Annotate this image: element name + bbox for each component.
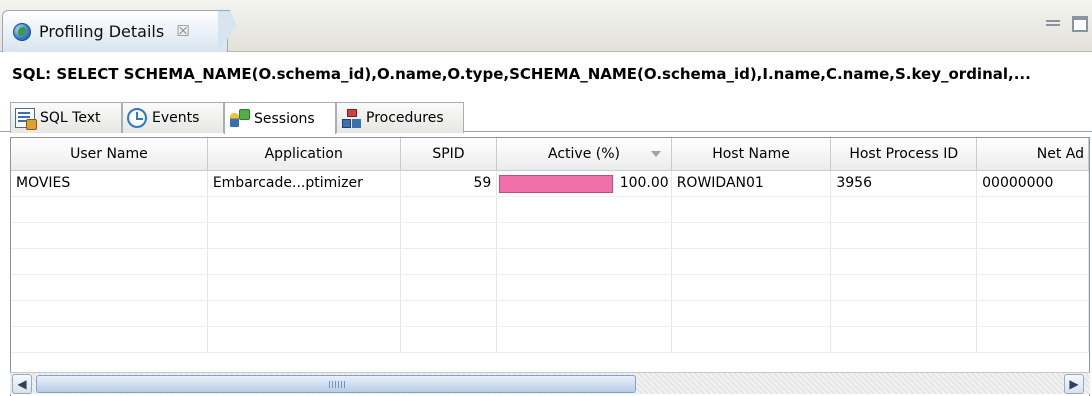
sessions-icon (229, 108, 250, 129)
table-row-empty (11, 196, 1089, 223)
empty-cell (11, 248, 208, 275)
close-icon[interactable]: ☒ (176, 24, 189, 39)
table-row-empty (11, 248, 1089, 275)
empty-cell (207, 300, 401, 327)
column-header-label: Active (%) (548, 145, 620, 162)
scroll-left-button[interactable]: ◀ (12, 374, 32, 394)
tab-sessions[interactable]: Sessions (224, 102, 336, 134)
table-row-empty (11, 222, 1089, 249)
tab-events[interactable]: Events (122, 102, 224, 133)
empty-cell (830, 196, 978, 223)
table-row-empty (11, 274, 1089, 301)
cell-host-name: ROWIDAN01 (671, 170, 832, 197)
table-row-empty (11, 326, 1089, 353)
empty-cell (11, 326, 208, 353)
empty-cell (976, 248, 1089, 275)
empty-cell (830, 222, 978, 249)
chevron-left-icon: ◀ (17, 377, 27, 391)
column-header-host-name[interactable]: Host Name (671, 138, 832, 171)
active-pct-bar (499, 174, 614, 193)
detail-tabs: SQL Text Events Sessions Procedures (0, 96, 1092, 134)
cell-user-name: MOVIES (11, 170, 208, 197)
empty-cell (671, 326, 832, 353)
view-title-bar: Profiling Details ☒ (0, 0, 1092, 52)
empty-cell (207, 248, 401, 275)
column-header-application[interactable]: Application (207, 138, 401, 171)
sql-text-icon (15, 108, 37, 130)
empty-cell (207, 326, 401, 353)
empty-cell (830, 326, 978, 353)
empty-cell (11, 300, 208, 327)
empty-cell (496, 222, 672, 249)
clock-icon (127, 108, 147, 128)
empty-cell (830, 248, 978, 275)
empty-cell (400, 222, 498, 249)
empty-cell (671, 248, 832, 275)
tab-label: SQL Text (40, 110, 101, 126)
sort-descending-icon (650, 151, 661, 157)
column-header-host-process-id[interactable]: Host Process ID (830, 138, 978, 171)
empty-cell (830, 300, 978, 327)
empty-cell (400, 274, 498, 301)
empty-cell (976, 300, 1089, 327)
scroll-thumb[interactable] (36, 375, 636, 393)
empty-cell (11, 222, 208, 249)
empty-cell (496, 248, 672, 275)
empty-cell (496, 326, 672, 353)
column-header-spid[interactable]: SPID (400, 138, 498, 171)
empty-cell (207, 222, 401, 249)
table-row-empty (11, 300, 1089, 327)
active-pct-value: 100.00 (619, 174, 669, 191)
minimize-icon[interactable] (1046, 20, 1060, 26)
column-header-active-pct[interactable]: Active (%) (496, 138, 672, 171)
empty-cell (976, 274, 1089, 301)
sql-statement: SQL: SELECT SCHEMA_NAME(O.schema_id),O.n… (0, 52, 1092, 96)
cell-spid: 59 (400, 170, 498, 197)
empty-cell (976, 196, 1089, 223)
column-header-net-address[interactable]: Net Ad (976, 138, 1089, 171)
empty-cell (671, 196, 832, 223)
view-tab-curve (218, 10, 248, 52)
chevron-right-icon: ▶ (1069, 377, 1079, 391)
grip-icon (329, 381, 345, 388)
empty-cell (976, 222, 1089, 249)
scroll-right-button[interactable]: ▶ (1064, 374, 1084, 394)
empty-cell (400, 300, 498, 327)
tab-label: Sessions (254, 110, 315, 127)
empty-cell (207, 274, 401, 301)
empty-cell (976, 326, 1089, 353)
maximize-icon[interactable] (1072, 16, 1088, 32)
tab-label: Procedures (366, 110, 444, 126)
view-tab-profiling-details[interactable]: Profiling Details ☒ (2, 10, 228, 52)
empty-cell (400, 326, 498, 353)
cell-net-address: 00000000 (976, 170, 1089, 197)
empty-cell (207, 196, 401, 223)
cell-application: Embarcade...ptimizer (207, 170, 401, 197)
view-tab-title: Profiling Details (39, 22, 165, 41)
tab-sql-text[interactable]: SQL Text (10, 102, 122, 133)
empty-cell (400, 196, 498, 223)
horizontal-scrollbar[interactable]: ◀ ▶ (10, 372, 1090, 394)
empty-cell (496, 274, 672, 301)
table-row[interactable]: MOVIES Embarcade...ptimizer 59 100.00 RO… (11, 170, 1089, 197)
column-header-user-name[interactable]: User Name (11, 138, 208, 171)
tab-procedures[interactable]: Procedures (336, 102, 464, 133)
cell-active-pct: 100.00 (496, 170, 672, 197)
empty-cell (671, 300, 832, 327)
table-header-row: User Name Application SPID Active (%) Ho… (11, 138, 1089, 171)
globe-icon (13, 22, 31, 41)
sessions-table: User Name Application SPID Active (%) Ho… (10, 137, 1090, 396)
empty-cell (11, 274, 208, 301)
empty-cell (496, 196, 672, 223)
procedures-icon (341, 108, 361, 128)
cell-host-process-id: 3956 (830, 170, 978, 197)
empty-cell (671, 222, 832, 249)
empty-cell (830, 274, 978, 301)
empty-cell (400, 248, 498, 275)
empty-cell (671, 274, 832, 301)
empty-cell (11, 196, 208, 223)
tab-label: Events (152, 110, 200, 126)
empty-cell (496, 300, 672, 327)
